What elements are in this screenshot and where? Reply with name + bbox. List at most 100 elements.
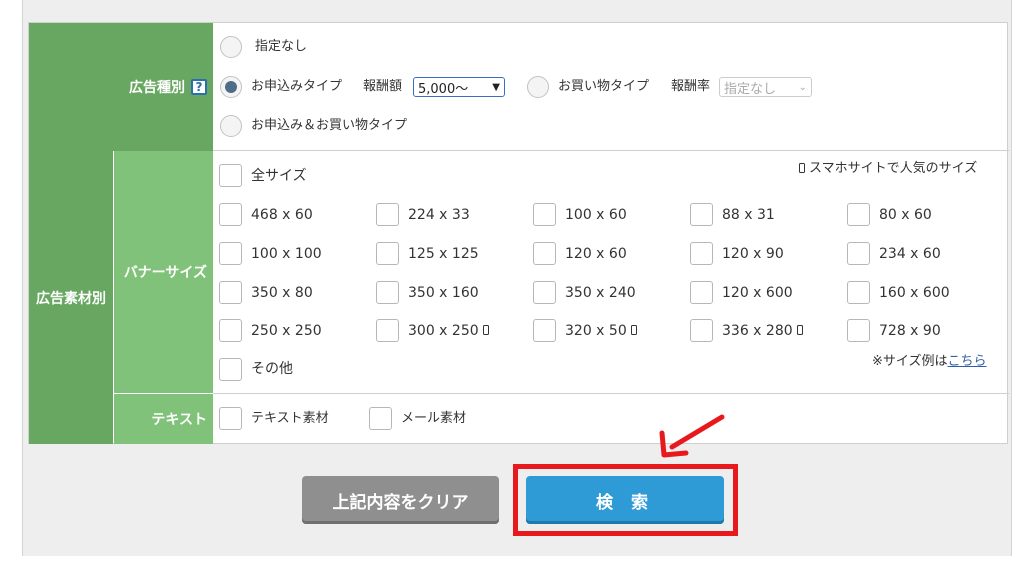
checkbox-size[interactable]	[376, 203, 399, 226]
size-label: 468 x 60	[251, 206, 313, 224]
size-text: 160 x 600	[879, 285, 950, 301]
text-header-label: テキスト	[151, 412, 207, 428]
checkbox-size[interactable]	[219, 203, 242, 226]
reward-rate-label: 報酬率	[671, 79, 711, 94]
smartphone-icon	[799, 162, 805, 173]
text-material-label: テキスト素材	[251, 411, 329, 426]
checkbox-size[interactable]	[690, 281, 713, 304]
checkbox-size[interactable]	[376, 319, 399, 342]
checkbox-size[interactable]	[533, 242, 556, 265]
checkbox-size[interactable]	[690, 242, 713, 265]
size-label: 234 x 60	[879, 245, 941, 263]
size-example-note: ※サイズ例はこちら	[872, 353, 987, 371]
checkbox-size[interactable]	[219, 242, 242, 265]
size-text: 350 x 80	[251, 285, 313, 301]
size-text: 468 x 60	[251, 207, 313, 223]
size-text: 350 x 240	[565, 285, 636, 301]
checkbox-size[interactable]	[376, 281, 399, 304]
checkbox-size[interactable]	[847, 281, 870, 304]
size-text: 728 x 90	[879, 323, 941, 339]
checkbox-size[interactable]	[533, 281, 556, 304]
size-label: 88 x 31	[722, 206, 775, 224]
size-label: 224 x 33	[408, 206, 470, 224]
size-label: 100 x 60	[565, 206, 627, 224]
checkbox-size[interactable]	[533, 319, 556, 342]
reward-amount-select[interactable]: 5,000〜 ▼	[413, 77, 505, 97]
size-text: 88 x 31	[722, 207, 775, 223]
search-button-highlight	[513, 464, 738, 536]
size-text: 350 x 160	[408, 285, 479, 301]
size-label: 350 x 160	[408, 284, 479, 302]
size-label: 100 x 100	[251, 245, 322, 263]
other-label: その他	[251, 361, 293, 377]
material-header-label: 広告素材別	[36, 290, 106, 307]
ad-type-header: 広告種別 ?	[29, 23, 213, 151]
size-label: 320 x 50	[565, 322, 641, 340]
mail-material-label: メール素材	[401, 411, 467, 426]
banner-size-header: バナーサイズ	[114, 151, 213, 393]
chevron-down-icon: ▼	[492, 81, 500, 93]
checkbox-mail-material[interactable]	[369, 407, 392, 430]
radio-none[interactable]	[220, 36, 242, 58]
size-text: 320 x 50	[565, 323, 627, 339]
size-text: 125 x 125	[408, 246, 479, 262]
size-example-link[interactable]: こちら	[948, 354, 987, 369]
size-example-prefix: ※サイズ例は	[872, 354, 948, 369]
size-text: 250 x 250	[251, 323, 322, 339]
radio-shopping-label: お買い物タイプ	[558, 79, 650, 94]
size-text: 336 x 280	[722, 323, 793, 339]
checkbox-size[interactable]	[219, 319, 242, 342]
size-label: 728 x 90	[879, 322, 941, 340]
checkbox-all-sizes[interactable]	[219, 164, 242, 187]
size-label: 160 x 600	[879, 284, 950, 302]
size-text: 120 x 60	[565, 246, 627, 262]
radio-both[interactable]	[220, 115, 242, 137]
smartphone-icon	[482, 325, 489, 335]
size-text: 80 x 60	[879, 207, 932, 223]
size-text: 100 x 100	[251, 246, 322, 262]
checkbox-size[interactable]	[219, 281, 242, 304]
size-label: 120 x 90	[722, 245, 784, 263]
size-text: 120 x 600	[722, 285, 793, 301]
checkbox-size[interactable]	[847, 203, 870, 226]
smartphone-icon	[630, 325, 637, 335]
checkbox-size[interactable]	[847, 319, 870, 342]
reward-amount-label: 報酬額	[363, 79, 403, 94]
size-label: 336 x 280	[722, 322, 807, 340]
size-label: 120 x 600	[722, 284, 793, 302]
size-label: 120 x 60	[565, 245, 627, 263]
checkbox-other[interactable]	[219, 358, 242, 381]
divider	[213, 393, 1009, 394]
radio-application-label: お申込みタイプ	[251, 79, 343, 94]
reward-amount-value: 5,000〜	[418, 81, 469, 97]
help-icon[interactable]: ?	[191, 79, 207, 95]
size-text: 100 x 60	[565, 207, 627, 223]
radio-application[interactable]	[220, 76, 242, 98]
divider	[213, 150, 1009, 151]
size-label: 80 x 60	[879, 206, 932, 224]
size-label: 350 x 240	[565, 284, 636, 302]
size-label: 125 x 125	[408, 245, 479, 263]
smartphone-icon	[796, 325, 803, 335]
checkbox-text-material[interactable]	[219, 407, 242, 430]
checkbox-size[interactable]	[847, 242, 870, 265]
banner-size-header-label: バナーサイズ	[123, 265, 207, 281]
checkbox-size[interactable]	[376, 242, 399, 265]
size-text: 224 x 33	[408, 207, 470, 223]
size-label: 250 x 250	[251, 322, 322, 340]
divider	[114, 393, 213, 394]
size-text: 234 x 60	[879, 246, 941, 262]
radio-shopping[interactable]	[527, 76, 549, 98]
text-header: テキスト	[114, 394, 213, 444]
checkbox-size[interactable]	[533, 203, 556, 226]
chevron-down-icon: ⌄	[798, 81, 807, 93]
reward-rate-select[interactable]: 指定なし ⌄	[719, 77, 812, 97]
size-label: 350 x 80	[251, 284, 313, 302]
smartphone-note: スマホサイトで人気のサイズ	[795, 160, 977, 178]
clear-button[interactable]: 上記内容をクリア	[302, 476, 499, 524]
ad-type-header-label: 広告種別	[129, 80, 185, 96]
size-label: 300 x 250	[408, 322, 493, 340]
size-text: 300 x 250	[408, 323, 479, 339]
checkbox-size[interactable]	[690, 319, 713, 342]
checkbox-size[interactable]	[690, 203, 713, 226]
